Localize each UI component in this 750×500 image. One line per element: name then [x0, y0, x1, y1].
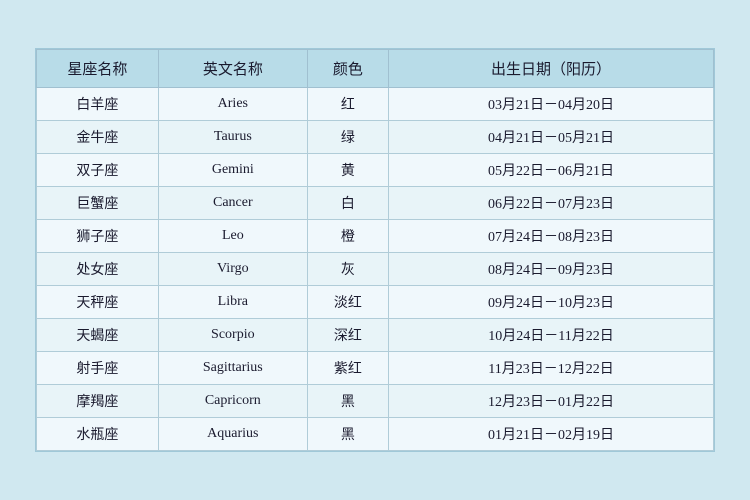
header-english: 英文名称 [158, 50, 307, 88]
table-row: 摩羯座Capricorn黑12月23日－01月22日 [37, 385, 714, 418]
cell-color: 白 [307, 187, 388, 220]
table-row: 处女座Virgo灰08月24日－09月23日 [37, 253, 714, 286]
cell-chinese: 金牛座 [37, 121, 159, 154]
cell-english: Aquarius [158, 418, 307, 451]
table-row: 天秤座Libra淡红09月24日－10月23日 [37, 286, 714, 319]
cell-chinese: 射手座 [37, 352, 159, 385]
cell-color: 黄 [307, 154, 388, 187]
cell-date: 12月23日－01月22日 [389, 385, 714, 418]
cell-color: 深红 [307, 319, 388, 352]
zodiac-table: 星座名称 英文名称 颜色 出生日期（阳历） 白羊座Aries红03月21日－04… [36, 49, 714, 451]
cell-color: 红 [307, 88, 388, 121]
table-row: 白羊座Aries红03月21日－04月20日 [37, 88, 714, 121]
cell-english: Taurus [158, 121, 307, 154]
cell-chinese: 巨蟹座 [37, 187, 159, 220]
cell-english: Scorpio [158, 319, 307, 352]
cell-date: 11月23日－12月22日 [389, 352, 714, 385]
cell-color: 橙 [307, 220, 388, 253]
cell-date: 10月24日－11月22日 [389, 319, 714, 352]
cell-english: Virgo [158, 253, 307, 286]
cell-chinese: 摩羯座 [37, 385, 159, 418]
cell-color: 黑 [307, 418, 388, 451]
cell-date: 06月22日－07月23日 [389, 187, 714, 220]
cell-color: 紫红 [307, 352, 388, 385]
header-date: 出生日期（阳历） [389, 50, 714, 88]
cell-chinese: 白羊座 [37, 88, 159, 121]
table-row: 狮子座Leo橙07月24日－08月23日 [37, 220, 714, 253]
table-row: 巨蟹座Cancer白06月22日－07月23日 [37, 187, 714, 220]
zodiac-table-container: 星座名称 英文名称 颜色 出生日期（阳历） 白羊座Aries红03月21日－04… [35, 48, 715, 452]
cell-chinese: 天蝎座 [37, 319, 159, 352]
cell-english: Capricorn [158, 385, 307, 418]
cell-date: 08月24日－09月23日 [389, 253, 714, 286]
cell-english: Leo [158, 220, 307, 253]
cell-chinese: 天秤座 [37, 286, 159, 319]
cell-chinese: 处女座 [37, 253, 159, 286]
cell-color: 绿 [307, 121, 388, 154]
table-row: 天蝎座Scorpio深红10月24日－11月22日 [37, 319, 714, 352]
table-row: 射手座Sagittarius紫红11月23日－12月22日 [37, 352, 714, 385]
cell-date: 09月24日－10月23日 [389, 286, 714, 319]
cell-date: 03月21日－04月20日 [389, 88, 714, 121]
cell-color: 灰 [307, 253, 388, 286]
cell-english: Aries [158, 88, 307, 121]
cell-english: Gemini [158, 154, 307, 187]
cell-date: 04月21日－05月21日 [389, 121, 714, 154]
table-body: 白羊座Aries红03月21日－04月20日金牛座Taurus绿04月21日－0… [37, 88, 714, 451]
cell-date: 07月24日－08月23日 [389, 220, 714, 253]
cell-date: 01月21日－02月19日 [389, 418, 714, 451]
header-color: 颜色 [307, 50, 388, 88]
header-chinese: 星座名称 [37, 50, 159, 88]
table-row: 水瓶座Aquarius黑01月21日－02月19日 [37, 418, 714, 451]
cell-english: Libra [158, 286, 307, 319]
cell-chinese: 水瓶座 [37, 418, 159, 451]
cell-english: Cancer [158, 187, 307, 220]
cell-color: 淡红 [307, 286, 388, 319]
table-row: 双子座Gemini黄05月22日－06月21日 [37, 154, 714, 187]
table-row: 金牛座Taurus绿04月21日－05月21日 [37, 121, 714, 154]
table-header-row: 星座名称 英文名称 颜色 出生日期（阳历） [37, 50, 714, 88]
cell-english: Sagittarius [158, 352, 307, 385]
cell-chinese: 双子座 [37, 154, 159, 187]
cell-date: 05月22日－06月21日 [389, 154, 714, 187]
cell-color: 黑 [307, 385, 388, 418]
cell-chinese: 狮子座 [37, 220, 159, 253]
